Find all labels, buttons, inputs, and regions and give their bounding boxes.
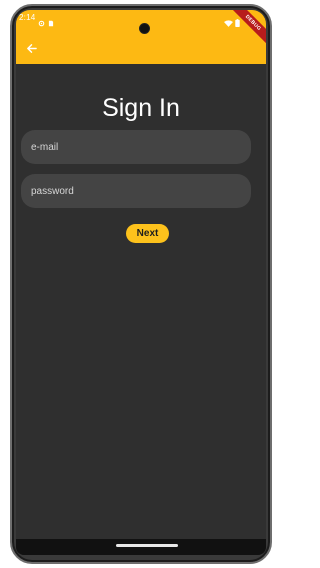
wifi-icon [224,14,233,32]
system-nav-bar [16,539,266,555]
phone-screen: 2:14 DEBUG Sign In e-mail Next [16,10,266,555]
status-icons-right [224,14,240,32]
back-button[interactable] [22,41,40,59]
sim-card-icon [48,14,54,32]
front-camera [140,24,149,33]
arrow-back-icon [26,41,37,59]
email-field[interactable] [29,140,251,154]
app-bar: 2:14 DEBUG [16,10,266,64]
password-field[interactable] [29,184,251,198]
email-field-container[interactable] [21,130,251,164]
page-title: Sign In [102,94,180,122]
status-icons-left [38,14,54,32]
password-field-container[interactable] [21,174,251,208]
settings-icon [38,14,45,32]
status-time: 2:14 [19,13,36,22]
home-indicator[interactable] [116,544,178,547]
next-button[interactable]: Next [126,224,169,243]
